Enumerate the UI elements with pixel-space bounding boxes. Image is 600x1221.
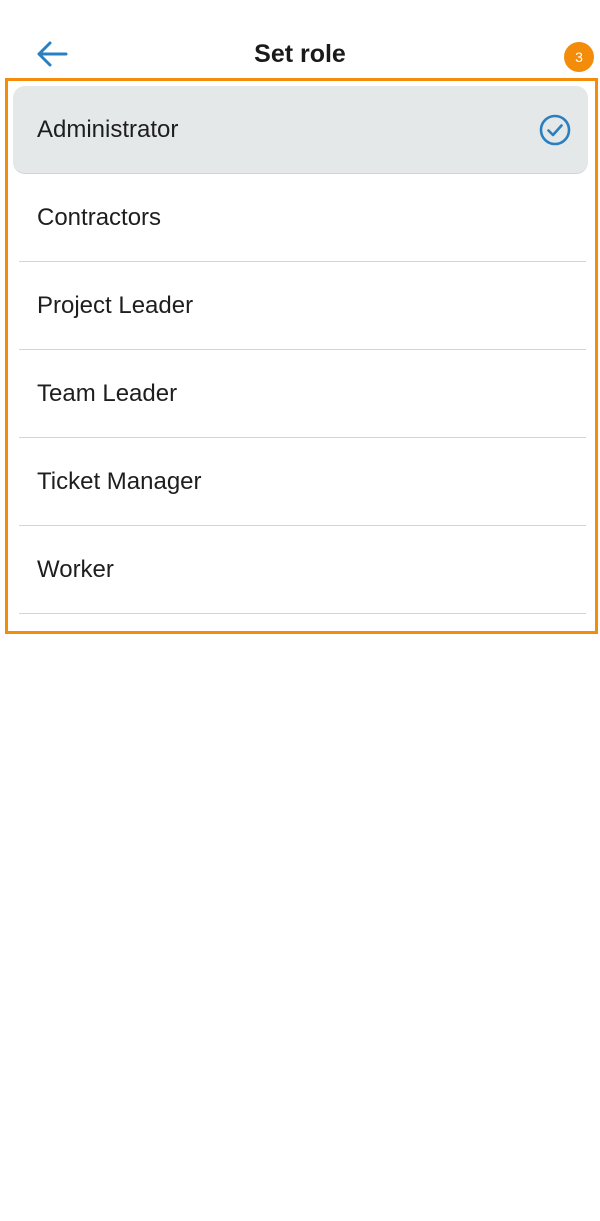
check-circle-icon — [539, 114, 571, 145]
role-option-project-leader[interactable]: Project Leader — [19, 262, 586, 350]
role-option-label: Worker — [37, 555, 114, 583]
role-option-label: Administrator — [37, 115, 179, 143]
role-option-contractors[interactable]: Contractors — [19, 174, 586, 262]
role-option-label: Contractors — [37, 203, 162, 231]
role-option-worker[interactable]: Worker — [19, 526, 586, 614]
role-option-team-leader[interactable]: Team Leader — [19, 350, 586, 438]
header: Set role 3 — [0, 0, 600, 80]
role-option-administrator[interactable]: Administrator — [13, 86, 588, 174]
role-option-label: Team Leader — [37, 379, 178, 407]
page-title: Set role — [254, 40, 346, 68]
role-option-label: Ticket Manager — [37, 467, 202, 495]
role-list: Administrator Contractors Project Leader… — [13, 86, 588, 614]
annotation-badge: 3 — [564, 42, 594, 72]
role-option-ticket-manager[interactable]: Ticket Manager — [19, 438, 586, 526]
role-option-label: Project Leader — [37, 291, 194, 319]
